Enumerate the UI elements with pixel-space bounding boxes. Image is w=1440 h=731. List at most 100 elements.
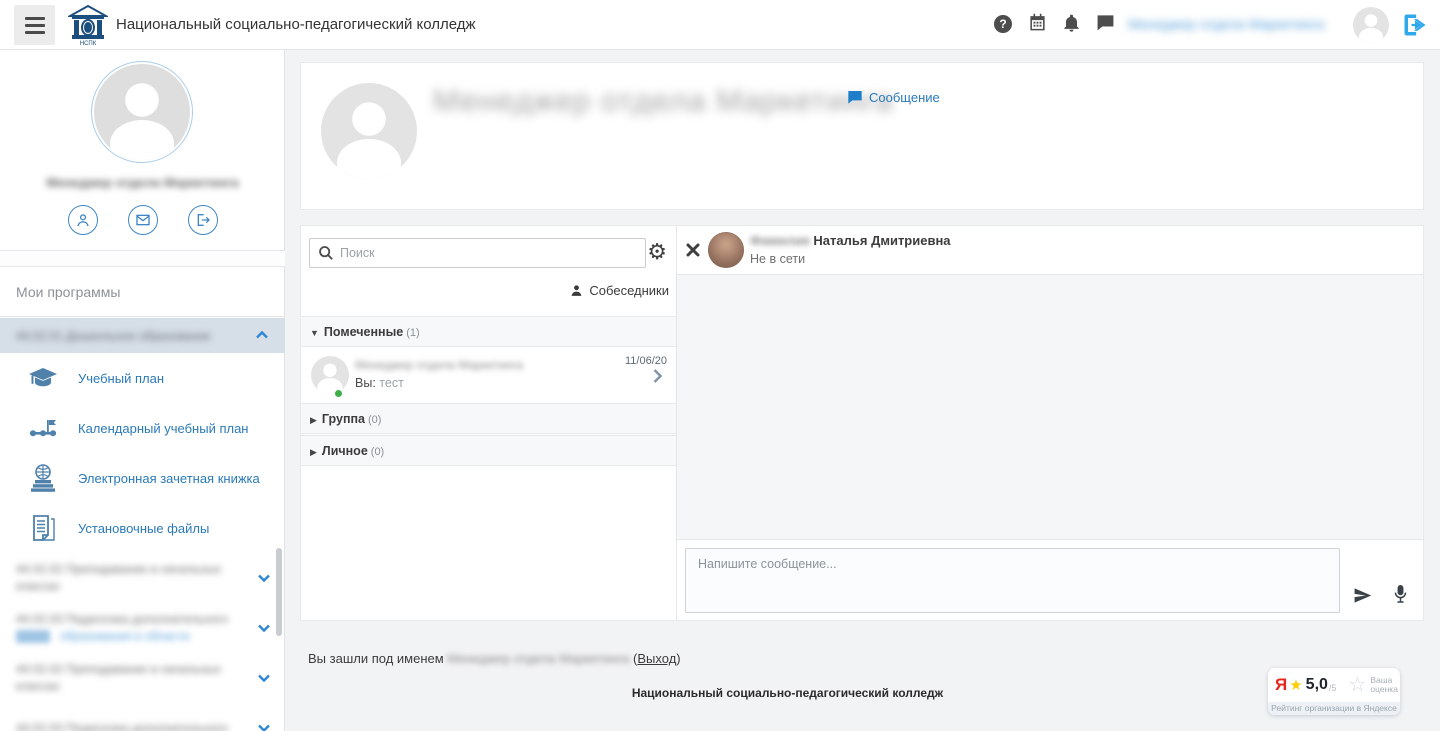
sidebar-item-label: Установочные файлы bbox=[78, 521, 209, 536]
chat-partner-name: Наталья Дмитриевна bbox=[813, 233, 950, 248]
email-icon[interactable] bbox=[128, 205, 158, 235]
sidebar-quick-actions bbox=[0, 205, 285, 235]
college-logo[interactable]: НСПК bbox=[68, 4, 108, 46]
chat-messages-area[interactable] bbox=[677, 274, 1423, 540]
send-message-link[interactable]: Сообщение bbox=[847, 89, 940, 105]
active-program-title: 44.02.01 Дошкольное образование bbox=[16, 329, 255, 343]
topbar-avatar[interactable] bbox=[1353, 7, 1389, 43]
messages-icon[interactable] bbox=[1094, 13, 1116, 35]
chat-pane: Фамилия Наталья Дмитриевна Не в сети bbox=[677, 226, 1423, 620]
profile-avatar bbox=[321, 83, 417, 179]
microphone-icon[interactable] bbox=[1393, 584, 1408, 608]
sidebar-item-label: Календарный учебный план bbox=[78, 421, 248, 436]
sidebar-item-calendar-curriculum[interactable]: Календарный учебный план bbox=[0, 403, 285, 453]
search-icon bbox=[318, 245, 334, 264]
gradebook-icon bbox=[26, 461, 60, 495]
sidebar-collapsed-program[interactable]: 44.02.03 Педагогика дополнительного обра… bbox=[0, 603, 285, 653]
conversation-avatar bbox=[311, 356, 349, 394]
conversation-date: 11/06/20 bbox=[625, 355, 667, 367]
contacts-label: Собеседники bbox=[589, 283, 669, 298]
send-icon[interactable] bbox=[1353, 586, 1372, 608]
profile-icon[interactable] bbox=[68, 205, 98, 235]
chevron-right-icon bbox=[652, 368, 663, 387]
contacts-link[interactable]: Собеседники bbox=[570, 283, 669, 298]
star-outline-icon[interactable]: ☆ bbox=[1348, 675, 1366, 695]
profile-header-card: Менеджер отдела Маркетинга Сообщение bbox=[300, 62, 1424, 210]
section-starred[interactable]: ▼Помеченные(1) bbox=[301, 316, 676, 347]
triangle-right-icon: ▶ bbox=[310, 415, 317, 425]
svg-text:НСПК: НСПК bbox=[80, 41, 97, 46]
files-icon bbox=[26, 511, 60, 545]
program-badge bbox=[16, 630, 50, 643]
close-icon[interactable] bbox=[686, 243, 700, 260]
sidebar-active-program[interactable]: 44.02.01 Дошкольное образование bbox=[0, 318, 285, 353]
sidebar-collapsed-program[interactable]: 44.02.02 Преподавание в начальныхклассах bbox=[0, 553, 285, 603]
conversations-pane: ⚙ Собеседники ▼Помеченные(1) Менеджер от… bbox=[301, 226, 677, 620]
help-icon[interactable]: ? bbox=[992, 13, 1014, 35]
program-link: образования в области bbox=[60, 629, 189, 643]
sidebar-scrollbar[interactable] bbox=[276, 548, 282, 636]
my-programs-heading: Мои программы bbox=[0, 267, 285, 317]
chat-partner-status: Не в сети bbox=[750, 252, 805, 266]
college-logo-icon: НСПК bbox=[68, 4, 108, 46]
you-prefix: Вы: bbox=[355, 376, 376, 390]
program-title: 44.02.02 Преподавание в начальных bbox=[16, 562, 221, 576]
sidebar-item-label: Электронная зачетная книжка bbox=[78, 471, 260, 486]
site-title: Национальный социально-педагогический ко… bbox=[116, 0, 476, 50]
sidebar-item-setup-files[interactable]: Установочные файлы bbox=[0, 503, 285, 553]
calendar-icon[interactable] bbox=[1026, 13, 1048, 35]
sidebar-profile-name: Менеджер отдела Маркетинга bbox=[0, 175, 285, 190]
chevron-down-icon bbox=[257, 671, 273, 686]
triangle-down-icon: ▼ bbox=[310, 328, 319, 338]
chevron-down-icon bbox=[257, 621, 273, 636]
sidebar-collapsed-program[interactable]: 44.02.03 Педагогика дополнительного bbox=[0, 703, 285, 731]
sidebar-avatar[interactable] bbox=[91, 61, 193, 163]
logged-in-user-name: Менеджер отдела Маркетинга bbox=[447, 651, 629, 666]
page: НСПК Национальный социально-педагогическ… bbox=[0, 0, 1440, 731]
rating-max: /5 bbox=[1329, 683, 1337, 693]
notifications-bell-icon[interactable] bbox=[1060, 13, 1082, 35]
section-group[interactable]: ▶Группа(0) bbox=[301, 403, 676, 434]
conversation-item[interactable]: Менеджер отдела Маркетинга Вы: тест 11/0… bbox=[301, 347, 676, 403]
topbar-user-name[interactable]: Менеджер отдела Маркетинга bbox=[1128, 16, 1346, 32]
chat-partner-avatar bbox=[708, 232, 744, 268]
sidebar-menu: Учебный план Календарный учебный план Эл… bbox=[0, 353, 285, 731]
sidebar-divider bbox=[0, 250, 285, 267]
search-input[interactable] bbox=[340, 239, 640, 267]
exit-icon[interactable] bbox=[188, 205, 218, 235]
yandex-widget-caption: Рейтинг организации в Яндексе bbox=[1268, 702, 1400, 715]
top-bar: НСПК Национальный социально-педагогическ… bbox=[0, 0, 1440, 50]
chevron-up-icon bbox=[255, 328, 271, 343]
program-title: 44.02.02 Преподавание в начальных bbox=[16, 662, 221, 676]
profile-name: Менеджер отдела Маркетинга bbox=[433, 83, 893, 119]
sidebar-item-label: Учебный план bbox=[78, 371, 164, 386]
sidebar-item-curriculum[interactable]: Учебный план bbox=[0, 353, 285, 403]
yandex-logo: Я bbox=[1275, 675, 1287, 695]
hamburger-menu-button[interactable] bbox=[14, 5, 55, 45]
person-icon bbox=[570, 284, 583, 297]
settings-gear-icon[interactable]: ⚙ bbox=[647, 238, 667, 266]
logout-icon[interactable] bbox=[1401, 11, 1429, 39]
program-title: 44.02.03 Педагогика дополнительного bbox=[16, 721, 228, 731]
logged-in-text: Вы зашли под именем bbox=[308, 651, 444, 666]
messenger-panel: ⚙ Собеседники ▼Помеченные(1) Менеджер от… bbox=[300, 225, 1424, 621]
sidebar-collapsed-program[interactable]: 44.02.02 Преподавание в начальныхклассах bbox=[0, 653, 285, 703]
chat-composer bbox=[677, 540, 1423, 620]
logout-link[interactable]: Выход bbox=[637, 651, 676, 666]
chevron-down-icon bbox=[257, 721, 273, 731]
footer-college-name: Национальный социально-педагогический ко… bbox=[300, 686, 1275, 700]
program-title: 44.02.03 Педагогика дополнительного bbox=[16, 612, 228, 626]
sidebar-item-gradebook[interactable]: Электронная зачетная книжка bbox=[0, 453, 285, 503]
last-message-preview: тест bbox=[379, 376, 404, 390]
star-icon: ★ bbox=[1289, 676, 1302, 694]
yandex-rating-widget[interactable]: Я ★ 5,0 /5 ☆ Вашаоценка Рейтинг организа… bbox=[1268, 668, 1400, 715]
milestone-icon bbox=[26, 411, 60, 445]
chevron-down-icon bbox=[257, 571, 273, 586]
section-personal[interactable]: ▶Личное(0) bbox=[301, 435, 676, 466]
rating-value: 5,0 bbox=[1306, 676, 1328, 694]
chat-partner-surname: Фамилия bbox=[750, 233, 810, 248]
message-input[interactable] bbox=[685, 548, 1340, 613]
message-link-label: Сообщение bbox=[869, 90, 940, 105]
login-status-line: Вы зашли под именем Менеджер отдела Марк… bbox=[308, 651, 681, 666]
chat-bubble-icon bbox=[847, 89, 863, 105]
